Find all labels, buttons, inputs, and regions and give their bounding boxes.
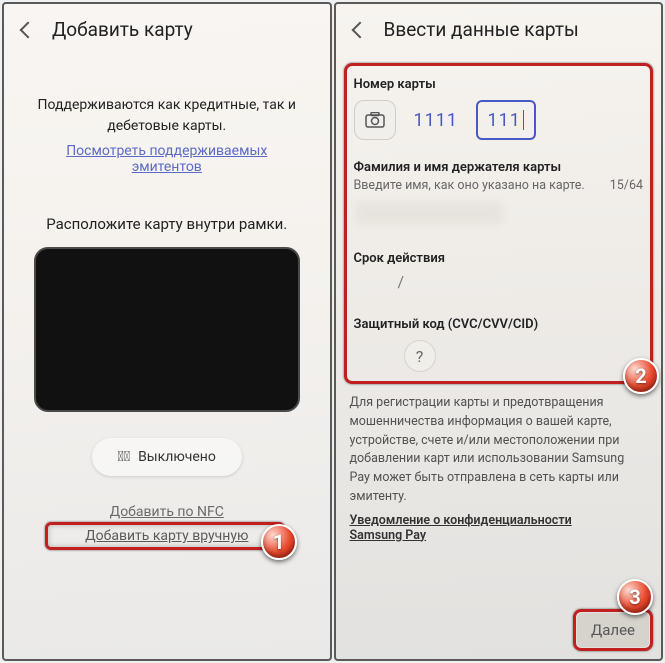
- add-manually[interactable]: Добавить карту вручную: [55, 526, 279, 546]
- expiry-label: Срок действия: [354, 251, 644, 266]
- camera-icon[interactable]: [354, 100, 396, 140]
- legal-text: Для регистрации карты и предотвращения м…: [336, 384, 662, 513]
- add-by-nfc[interactable]: Добавить по NFC: [24, 504, 310, 520]
- cardnum-label: Номер карты: [354, 77, 644, 92]
- cardnum-group-2[interactable]: 111: [476, 100, 536, 140]
- page-title: Добавить карту: [52, 18, 193, 41]
- annotation-badge-3: 3: [617, 579, 653, 615]
- holder-input[interactable]: [354, 201, 504, 225]
- supported-link[interactable]: Посмотреть поддерживаемых эмитентов: [24, 143, 310, 175]
- flash-label: Выключено: [138, 449, 216, 465]
- holder-label: Фамилия и имя держателя карты: [354, 160, 644, 175]
- header-left: Добавить карту: [4, 4, 330, 55]
- card-form: Номер карты 1111 111 Фамилия и имя держа…: [344, 63, 654, 384]
- back-icon[interactable]: [351, 21, 368, 38]
- cvc-help-icon[interactable]: ?: [404, 340, 436, 372]
- instruction: Расположите карту внутри рамки.: [24, 215, 310, 233]
- page-title: Ввести данные карты: [384, 18, 579, 41]
- camera-card-frame[interactable]: [34, 247, 300, 412]
- annotation-badge-2: 2: [623, 358, 659, 394]
- holder-counter: 15/64: [610, 178, 643, 193]
- cardnum-group-1[interactable]: 1111: [406, 100, 466, 140]
- header-right: Ввести данные карты: [336, 4, 662, 55]
- lead-text: Поддерживаются как кредитные, так и дебе…: [24, 95, 310, 137]
- flash-off-icon: ⚡⃠: [118, 449, 130, 465]
- cvc-label: Защитный код (CVC/CVV/CID): [354, 317, 644, 332]
- holder-hint: Введите имя, как оно указано на карте.: [354, 178, 585, 193]
- back-icon[interactable]: [20, 21, 37, 38]
- annotation-badge-1: 1: [261, 524, 297, 560]
- privacy-link[interactable]: Уведомление о конфиденциальности Samsung…: [336, 513, 662, 543]
- next-button[interactable]: Далее: [577, 613, 649, 647]
- flash-toggle[interactable]: ⚡⃠ Выключено: [92, 438, 242, 476]
- expiry-sep: /: [398, 272, 405, 291]
- holder-hint-row: Введите имя, как оно указано на карте. 1…: [354, 178, 644, 193]
